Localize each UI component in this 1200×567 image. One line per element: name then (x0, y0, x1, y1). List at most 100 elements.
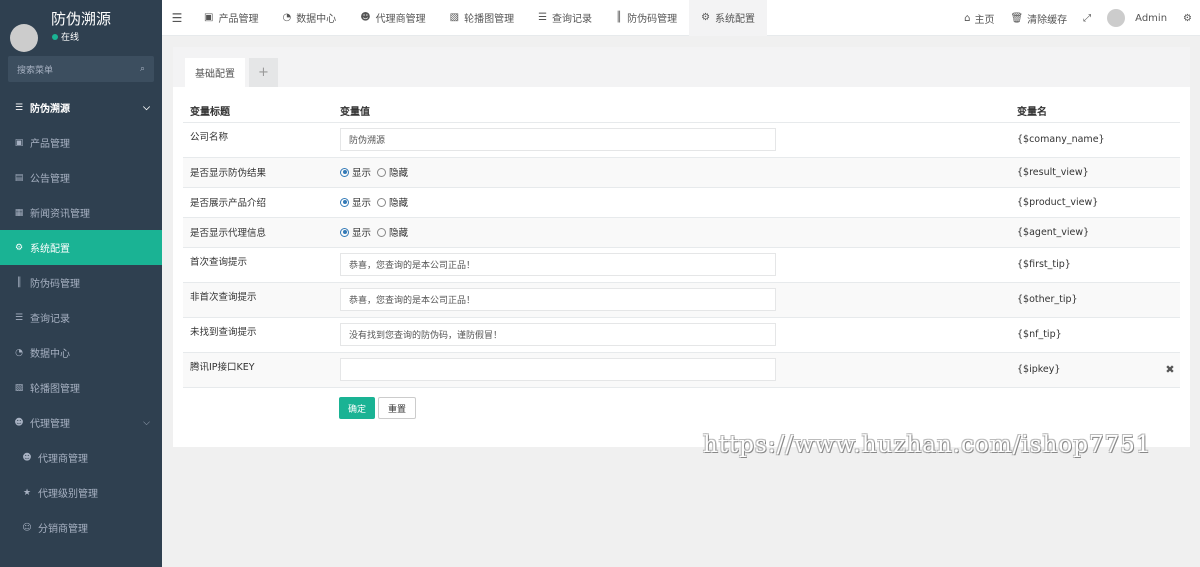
settings-icon[interactable]: ⚙ (1175, 13, 1200, 24)
top-tab-label: 数据中心 (296, 14, 337, 25)
menu-toggle-icon[interactable]: ☰ (162, 11, 192, 25)
user-menu[interactable]: Admin (1099, 9, 1175, 27)
variable-title: 非首次查询提示 (190, 291, 257, 303)
top-tab[interactable]: ◔ 数据中心 (270, 0, 348, 36)
sidebar-item[interactable]: ☻ 代理管理 ⌵ (0, 405, 162, 440)
search-icon[interactable]: ⌕ (140, 64, 145, 74)
sidebar: 防伪溯源 在线 搜索菜单 ⌕ ☰ 防伪溯源 ⌵ ▣ 产品管理 ▤ 公告管理 ▦ 新闻资讯管理 ⚙ 系… (0, 0, 162, 567)
radio-hide[interactable] (377, 167, 387, 177)
confirm-button[interactable]: 确定 (339, 397, 376, 419)
radio-hide-label: 隐藏 (389, 168, 409, 179)
chevron-down-icon: ⌵ (143, 417, 150, 428)
reset-button[interactable]: 重置 (378, 397, 417, 419)
dashboard-icon: ◔ (15, 347, 23, 358)
dashboard-icon: ◔ (282, 12, 292, 23)
table-row: 是否展示产品介绍 显示 隐藏 {$product_view} (183, 187, 1180, 218)
variable-name: {$agent_view} (1017, 226, 1090, 238)
top-tab-label: 产品管理 (218, 14, 259, 25)
top-tab[interactable]: ⚙ 系统配置 (689, 0, 768, 36)
sidebar-item[interactable]: ║ 防伪码管理 (0, 265, 162, 300)
sidebar-item-label: 防伪溯源 (30, 104, 70, 115)
avatar (1107, 9, 1126, 27)
sidebar-item-label: 系统配置 (30, 244, 70, 255)
variable-value-input[interactable]: 防伪溯源 (340, 128, 776, 151)
sidebar-item[interactable]: ▤ 公告管理 (0, 160, 162, 195)
radio-show[interactable] (340, 227, 349, 237)
radio-show-label: 显示 (352, 198, 372, 209)
sidebar-item-label: 轮播图管理 (30, 384, 80, 395)
top-tab[interactable]: ▣ 产品管理 (192, 0, 270, 36)
sidebar-item-label: 代理商管理 (38, 454, 88, 465)
newspaper-icon: ▦ (14, 207, 24, 218)
avatar[interactable] (10, 24, 38, 52)
top-tab[interactable]: ▧ 轮播图管理 (438, 0, 526, 36)
table-row: 首次查询提示 恭喜，您查询的是本公司正品！ {$first_tip} (183, 247, 1180, 283)
variable-name: {$result_view} (1017, 166, 1089, 178)
fullscreen-icon[interactable]: ⤢ (1075, 13, 1099, 24)
barcode-icon: ║ (16, 277, 22, 288)
radio-hide[interactable] (377, 197, 387, 207)
table-row: 非首次查询提示 恭喜，您查询的是本公司正品！ {$other_tip} (183, 282, 1180, 318)
watermark: https://www.huzhan.com/ishop7751 (703, 432, 1152, 458)
search-menu-input[interactable]: 搜索菜单 ⌕ (8, 56, 154, 82)
list-icon: ☰ (14, 312, 24, 323)
tab-basic-config[interactable]: 基础配置 (185, 58, 245, 87)
top-tab[interactable]: ☰ 查询记录 (526, 0, 604, 36)
radio-show-label: 显示 (352, 168, 372, 179)
radio-show[interactable] (340, 197, 349, 207)
sidebar-item[interactable]: ▦ 新闻资讯管理 (0, 195, 162, 230)
gear-icon: ⚙ (701, 12, 711, 23)
sidebar-item[interactable]: ☰ 查询记录 (0, 300, 162, 335)
variable-title: 未找到查询提示 (190, 326, 257, 338)
variable-name: {$ipkey} (1017, 364, 1061, 375)
top-tab[interactable]: ☻ 代理商管理 (348, 0, 437, 36)
image-icon: ▧ (14, 382, 24, 393)
sidebar-item-label: 查询记录 (30, 314, 70, 325)
radio-show[interactable] (340, 167, 349, 177)
add-tab-button[interactable]: + (249, 58, 278, 87)
clear-cache-link[interactable]: 🗑 清除缓存 (1002, 11, 1075, 26)
home-link[interactable]: ⌂ 主页 (956, 11, 1002, 26)
sidebar-item-label: 代理管理 (30, 419, 70, 430)
variable-value-input[interactable]: 恭喜，您查询的是本公司正品！ (340, 288, 776, 311)
config-panel: 基础配置 + 变量标题 变量值 变量名 公司名称 防伪溯源 {$comany_nam… (173, 47, 1190, 447)
sidebar-item[interactable]: ▧ 轮播图管理 (0, 370, 162, 405)
header-name: 变量名 (1010, 99, 1160, 123)
variable-title: 是否显示代理信息 (190, 228, 267, 239)
variable-value-input[interactable]: 没有找到您查询的防伪码，谨防假冒！ (340, 323, 776, 346)
variable-title: 首次查询提示 (190, 256, 248, 268)
radio-hide[interactable] (377, 227, 387, 237)
radio-hide-label: 隐藏 (389, 198, 409, 209)
home-icon: ⌂ (964, 12, 971, 24)
sidebar-item[interactable]: ☻ 代理商管理 (0, 440, 162, 475)
radio-show-label: 显示 (352, 228, 372, 239)
sidebar-item[interactable]: ☺ 分销商管理 (0, 510, 162, 545)
variable-name: {$first_tip} (1017, 259, 1071, 270)
variable-value-input[interactable]: 恭喜，您查询的是本公司正品！ (340, 253, 776, 276)
sidebar-item[interactable]: ★ 代理级别管理 (0, 475, 162, 510)
variable-name: {$product_view} (1017, 196, 1099, 208)
sidebar-item[interactable]: ◔ 数据中心 (0, 335, 162, 370)
radio-hide-label: 隐藏 (389, 228, 409, 239)
users-icon: ☻ (14, 417, 24, 428)
trash-icon: 🗑 (1010, 12, 1024, 24)
user-circle-icon: ☺ (22, 522, 32, 533)
sidebar-item[interactable]: ☰ 防伪溯源 ⌵ (0, 90, 162, 125)
chevron-down-icon: ⌵ (143, 102, 150, 113)
sidebar-item[interactable]: ▣ 产品管理 (0, 125, 162, 160)
sidebar-item-label: 防伪码管理 (30, 279, 80, 290)
gear-icon: ⚙ (14, 242, 24, 253)
sidebar-item[interactable]: ⚙ 系统配置 (0, 230, 162, 265)
list-icon: ☰ (14, 102, 24, 113)
sidebar-item-label: 公告管理 (30, 174, 70, 185)
top-tab-label: 防伪码管理 (627, 14, 678, 25)
sidebar-item-label: 产品管理 (30, 139, 70, 150)
variable-title: 是否展示产品介绍 (190, 198, 267, 209)
star-icon: ★ (22, 487, 32, 498)
variable-value-input[interactable] (340, 358, 776, 381)
online-status: 在线 (52, 30, 79, 43)
config-table: 变量标题 变量值 变量名 公司名称 防伪溯源 {$comany_name} 是否显示防… (183, 99, 1180, 388)
top-tab[interactable]: ║ 防伪码管理 (604, 0, 689, 36)
briefcase-icon: ▣ (204, 12, 214, 23)
remove-row-icon[interactable]: ✖ (1165, 363, 1174, 376)
